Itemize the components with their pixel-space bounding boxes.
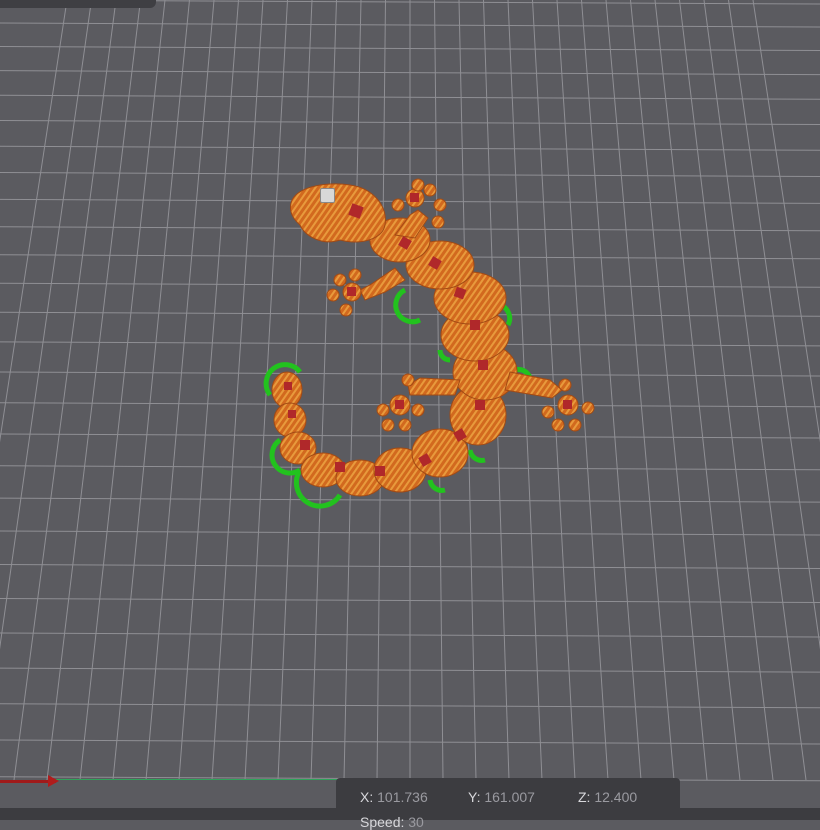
grid-line-vertical xyxy=(606,0,674,780)
grid-line-vertical xyxy=(582,0,642,780)
y-coordinate-label: Y: xyxy=(468,789,480,805)
grid-line-vertical xyxy=(0,0,67,780)
3d-preview-viewport[interactable] xyxy=(0,0,820,820)
x-coordinate: X: 101.736 xyxy=(360,789,428,805)
build-plate-scene[interactable] xyxy=(0,0,820,820)
speed-value: 30 xyxy=(408,814,424,830)
x-axis-arrow-icon xyxy=(48,775,59,787)
gecko-head xyxy=(290,184,385,242)
y-coordinate: Y: 161.007 xyxy=(468,789,535,805)
speed-readout: Speed: 30 xyxy=(360,814,424,830)
grid-line-vertical xyxy=(311,0,337,780)
coordinate-readout-panel: X: 101.736 Y: 161.007 Z: 12.400 Speed: 3… xyxy=(336,778,680,820)
grid-line-vertical xyxy=(146,0,214,780)
grid-line-vertical xyxy=(47,0,141,780)
x-coordinate-value: 101.736 xyxy=(377,789,428,805)
grid-line-vertical xyxy=(212,0,263,780)
grid-line-vertical xyxy=(655,0,740,780)
grid-line-vertical xyxy=(80,0,165,780)
speed-label: Speed: xyxy=(360,814,404,830)
object-marker-icon[interactable] xyxy=(320,188,335,203)
grid-line-vertical xyxy=(729,0,820,780)
grid-line-vertical xyxy=(179,0,239,780)
grid-line-vertical xyxy=(631,0,708,780)
z-coordinate-label: Z: xyxy=(578,789,590,805)
x-coordinate-label: X: xyxy=(360,789,373,805)
grid-line-vertical xyxy=(0,0,92,780)
grid-line-vertical xyxy=(704,0,806,780)
grid-line-vertical xyxy=(377,0,386,780)
z-coordinate-value: 12.400 xyxy=(594,789,637,805)
grid-line-vertical xyxy=(113,0,190,780)
grid-line-vertical xyxy=(344,0,361,780)
top-toolbar-edge xyxy=(0,0,156,8)
grid-line-vertical xyxy=(680,0,774,780)
grid-line-vertical xyxy=(14,0,116,780)
z-coordinate: Z: 12.400 xyxy=(578,789,637,805)
grid-line-vertical xyxy=(753,0,820,780)
y-coordinate-value: 161.007 xyxy=(484,789,535,805)
